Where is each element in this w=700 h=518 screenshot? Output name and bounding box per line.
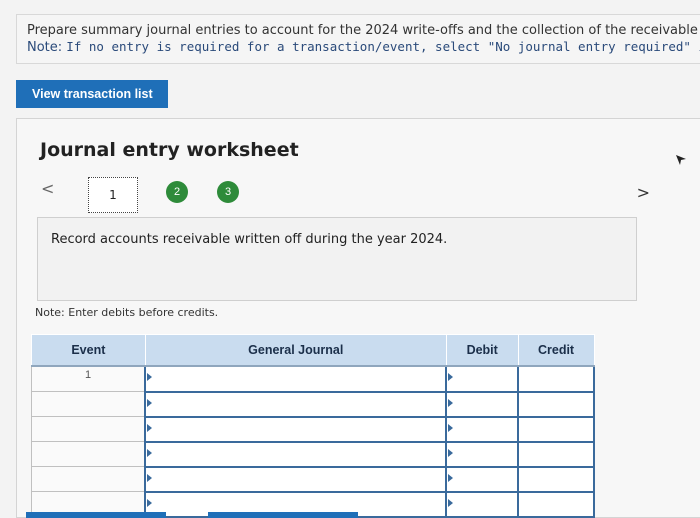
account-select[interactable] (144, 465, 448, 493)
credit-input[interactable] (517, 415, 595, 443)
dropdown-arrow-icon (448, 423, 454, 432)
dropdown-arrow-icon (448, 373, 454, 381)
table-row (31, 465, 595, 493)
dropdown-arrow-icon (448, 473, 454, 482)
account-select[interactable] (144, 440, 448, 468)
transaction-description: Record accounts receivable written off d… (37, 217, 637, 301)
event-cell (31, 441, 146, 467)
view-transaction-list-button[interactable]: View transaction list (16, 80, 168, 108)
record-entry-button[interactable] (26, 512, 166, 518)
dropdown-arrow-icon (147, 448, 153, 457)
table-row (31, 440, 595, 468)
debit-input[interactable] (445, 490, 520, 518)
credit-input[interactable] (517, 465, 595, 493)
dropdown-arrow-icon (147, 498, 153, 507)
step-2-tab[interactable]: 2 (166, 181, 188, 203)
table-row: 1 (31, 365, 595, 393)
account-select[interactable] (144, 390, 448, 418)
table-row (31, 415, 595, 443)
table-row (31, 390, 595, 418)
previous-step-chevron-icon[interactable]: < (41, 179, 54, 198)
credit-column-header: Credit (517, 334, 595, 367)
step-1-tab[interactable]: 1 (88, 177, 138, 213)
note-prefix: Note: (27, 40, 67, 55)
debit-input[interactable] (445, 390, 520, 418)
account-select[interactable] (144, 415, 448, 443)
dropdown-arrow-icon (448, 448, 454, 457)
debit-input[interactable] (445, 415, 520, 443)
instructions-text: Prepare summary journal entries to accou… (27, 23, 698, 38)
clear-entry-button[interactable] (208, 512, 358, 518)
journal-entry-table: Event General Journal Debit Credit 1 (31, 334, 595, 518)
instructions-panel: Prepare summary journal entries to accou… (16, 14, 700, 64)
event-column-header: Event (31, 334, 146, 367)
credit-input[interactable] (517, 440, 595, 468)
debit-input[interactable] (445, 440, 520, 468)
worksheet-title: Journal entry worksheet (40, 139, 299, 161)
credit-input[interactable] (517, 390, 595, 418)
dropdown-arrow-icon (147, 373, 153, 381)
debits-before-credits-note: Note: Enter debits before credits. (35, 306, 219, 319)
journal-entry-worksheet: Journal entry worksheet < 1 2 3 > Record… (16, 118, 700, 518)
table-header-row: Event General Journal Debit Credit (31, 334, 595, 367)
next-step-chevron-icon[interactable]: > (637, 183, 650, 202)
debit-column-header: Debit (445, 334, 519, 367)
instructions-note: Note: If no entry is required for a tran… (27, 39, 700, 56)
event-cell: 1 (31, 365, 146, 392)
mouse-cursor-icon (676, 155, 686, 165)
credit-input[interactable] (517, 490, 595, 518)
event-cell (31, 391, 146, 417)
note-text: If no entry is required for a transactio… (66, 39, 700, 54)
event-cell (31, 416, 146, 442)
account-select[interactable] (144, 365, 448, 393)
dropdown-arrow-icon (147, 398, 153, 407)
dropdown-arrow-icon (147, 473, 153, 482)
debit-input[interactable] (445, 365, 520, 393)
step-3-tab[interactable]: 3 (217, 181, 239, 203)
debit-input[interactable] (445, 465, 520, 493)
general-journal-column-header: General Journal (144, 334, 447, 367)
credit-input[interactable] (517, 365, 595, 393)
dropdown-arrow-icon (448, 398, 454, 407)
dropdown-arrow-icon (448, 498, 454, 507)
dropdown-arrow-icon (147, 423, 153, 432)
event-cell (31, 466, 146, 492)
